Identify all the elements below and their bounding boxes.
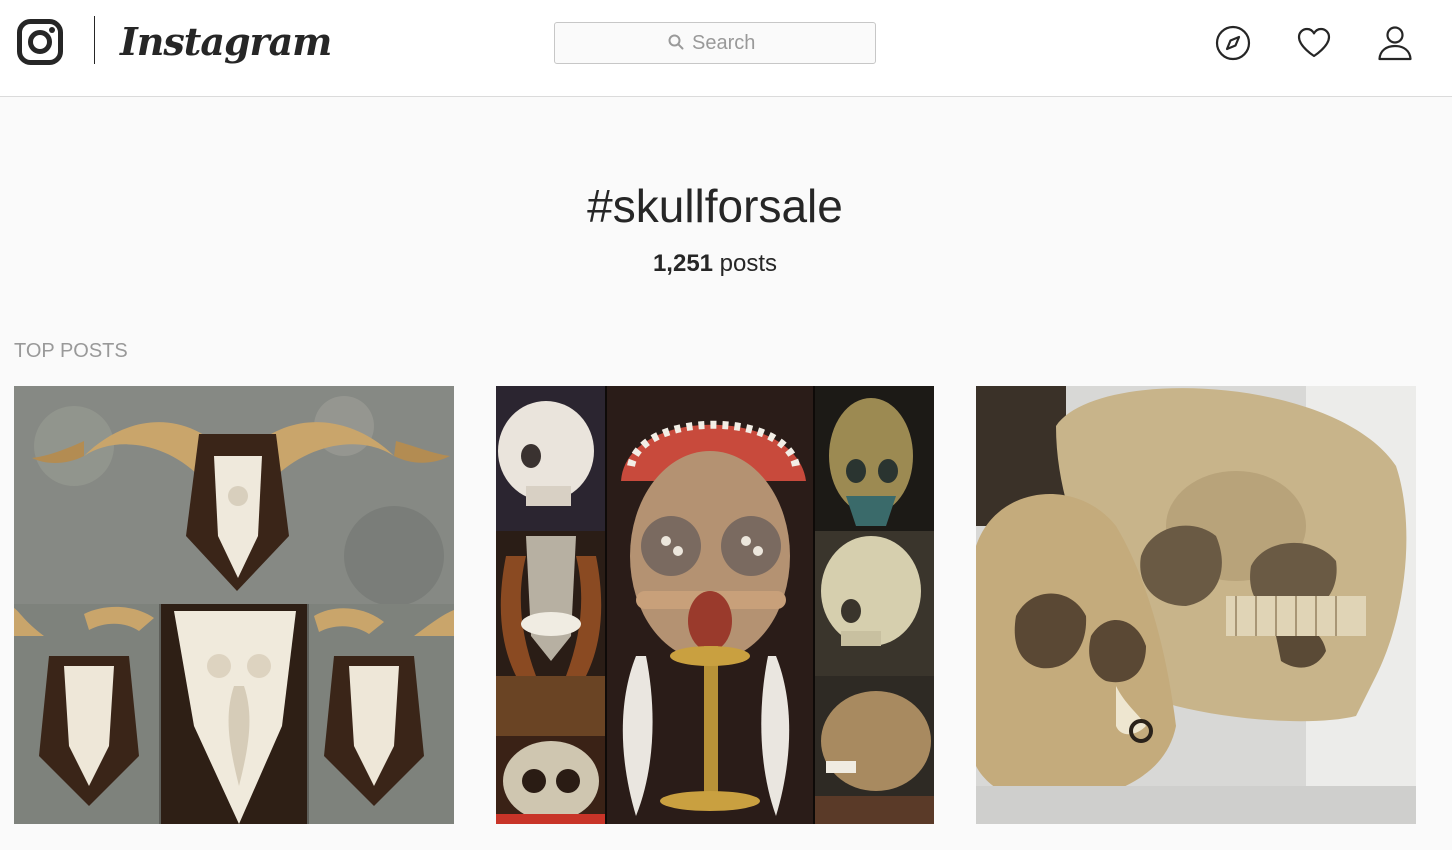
hashtag-header: #skullforsale 1,251 posts [0,178,1430,278]
top-posts-label: TOP POSTS [14,340,128,362]
post-tile-human-primate-skulls[interactable] [976,386,1416,824]
instagram-wordmark[interactable]: Instagram [120,14,332,70]
logo-divider [94,16,95,64]
post-tile-decorated-skulls[interactable] [496,386,934,824]
compass-icon[interactable] [1214,24,1252,62]
post-image-human-primate-skulls [976,386,1416,824]
post-tile-carved-ram-skull[interactable] [14,386,454,824]
hashtag-title: #skullforsale [587,180,843,232]
post-count-number: 1,251 [652,250,714,277]
search-input[interactable] [692,31,762,55]
post-count: 1,251 posts [0,250,1430,278]
camera-glyph-icon[interactable] [17,19,63,65]
heart-icon[interactable] [1295,24,1333,62]
post-image-decorated-skulls [496,386,934,824]
search-box[interactable] [554,22,876,64]
search-icon [668,34,684,50]
post-image-carved-ram-skull [14,386,454,824]
post-count-suffix: posts [713,250,778,277]
top-navigation-bar: Instagram [0,0,1452,97]
person-icon[interactable] [1376,24,1414,62]
